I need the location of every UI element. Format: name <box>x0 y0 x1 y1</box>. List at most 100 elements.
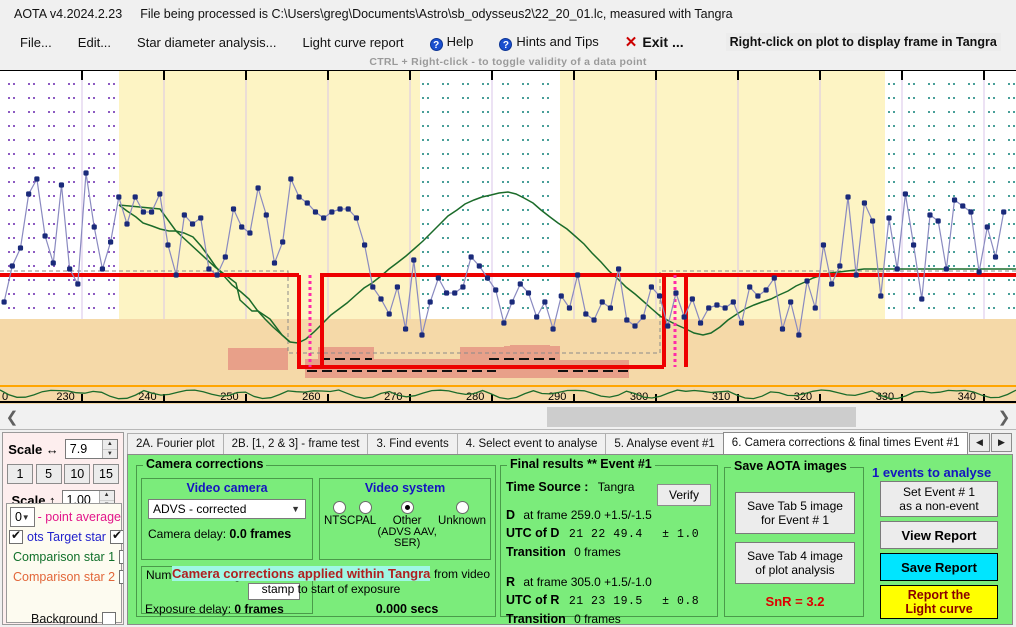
data-point[interactable] <box>829 281 834 286</box>
data-point[interactable] <box>591 317 596 322</box>
menu-edit[interactable]: Edit... <box>68 33 121 52</box>
data-point[interactable] <box>493 287 498 292</box>
data-point[interactable] <box>296 194 301 199</box>
data-point[interactable] <box>18 245 23 250</box>
data-point[interactable] <box>501 320 506 325</box>
data-point[interactable] <box>911 242 916 247</box>
data-point[interactable] <box>280 239 285 244</box>
data-point[interactable] <box>518 281 523 286</box>
data-point[interactable] <box>452 290 457 295</box>
data-point[interactable] <box>608 305 613 310</box>
point-average-select[interactable]: 0 ▼ <box>10 507 35 527</box>
scroll-right-arrow[interactable]: ❯ <box>992 405 1016 429</box>
plot-horizontal-scrollbar[interactable]: ❮ ❯ <box>0 404 1016 430</box>
tab-scroll-right-icon[interactable]: ▶ <box>991 433 1012 452</box>
data-point[interactable] <box>641 314 646 319</box>
data-point[interactable] <box>313 209 318 214</box>
data-point[interactable] <box>526 290 531 295</box>
data-point[interactable] <box>444 290 449 295</box>
target-star-dots-checkbox[interactable] <box>9 530 23 544</box>
spin-up-icon[interactable]: ▲ <box>103 440 117 450</box>
scale-preset-1[interactable]: 1 <box>7 464 33 484</box>
set-non-event-button[interactable]: Set Event # 1 as a non-event <box>880 481 998 517</box>
data-point[interactable] <box>124 221 129 226</box>
data-point[interactable] <box>403 326 408 331</box>
data-point[interactable] <box>337 206 342 211</box>
data-point[interactable] <box>108 239 113 244</box>
scale-preset-5[interactable]: 5 <box>36 464 62 484</box>
radio-pal[interactable]: PAL <box>355 501 376 549</box>
radio-ntsc[interactable]: NTSC <box>324 501 355 549</box>
data-point[interactable] <box>813 305 818 310</box>
data-point[interactable] <box>731 299 736 304</box>
data-point[interactable] <box>567 305 572 310</box>
target-star-line-checkbox[interactable] <box>110 530 124 544</box>
data-point[interactable] <box>763 287 768 292</box>
data-point[interactable] <box>977 269 982 274</box>
data-point[interactable] <box>10 263 15 268</box>
data-point[interactable] <box>952 197 957 202</box>
data-point[interactable] <box>362 242 367 247</box>
data-point[interactable] <box>329 209 334 214</box>
data-point[interactable] <box>714 302 719 307</box>
data-point[interactable] <box>255 185 260 190</box>
data-point[interactable] <box>477 263 482 268</box>
data-point[interactable] <box>67 266 72 271</box>
save-tab5-image-button[interactable]: Save Tab 5 image for Event # 1 <box>735 492 855 534</box>
data-point[interactable] <box>346 206 351 211</box>
tab-camera-corrections[interactable]: 6. Camera corrections & final times Even… <box>723 432 969 454</box>
data-point[interactable] <box>649 284 654 289</box>
radio-other[interactable]: Other (ADVS AAV, SER) <box>376 501 438 549</box>
tab-frame-test[interactable]: 2B. [1, 2 & 3] - frame test <box>223 433 369 454</box>
data-point[interactable] <box>870 218 875 223</box>
data-point[interactable] <box>370 284 375 289</box>
save-tab4-image-button[interactable]: Save Tab 4 image of plot analysis <box>735 542 855 584</box>
data-point[interactable] <box>895 266 900 271</box>
data-point[interactable] <box>788 299 793 304</box>
data-point[interactable] <box>919 296 924 301</box>
tab-fourier-plot[interactable]: 2A. Fourier plot <box>127 433 224 454</box>
data-point[interactable] <box>927 212 932 217</box>
data-point[interactable] <box>854 272 859 277</box>
scale-horizontal-stepper[interactable]: 7.9 ▲ ▼ <box>65 439 118 459</box>
comparison-star-1-checkbox[interactable] <box>119 550 124 564</box>
data-point[interactable] <box>542 299 547 304</box>
data-point[interactable] <box>182 212 187 217</box>
radio-dot-icon[interactable] <box>333 501 346 514</box>
report-light-curve-button[interactable]: Report the Light curve <box>880 585 998 619</box>
tab-analyse-event[interactable]: 5. Analyse event #1 <box>605 433 723 454</box>
data-point[interactable] <box>960 203 965 208</box>
background-checkbox[interactable] <box>102 612 116 625</box>
data-point[interactable] <box>616 266 621 271</box>
data-point[interactable] <box>886 215 891 220</box>
data-point[interactable] <box>133 194 138 199</box>
data-point[interactable] <box>600 299 605 304</box>
data-point[interactable] <box>100 266 105 271</box>
data-point[interactable] <box>305 200 310 205</box>
data-point[interactable] <box>272 260 277 265</box>
scroll-left-arrow[interactable]: ❮ <box>0 405 24 429</box>
data-point[interactable] <box>42 233 47 238</box>
menu-star-diameter-analysis[interactable]: Star diameter analysis... <box>127 33 286 52</box>
data-point[interactable] <box>157 191 162 196</box>
data-point[interactable] <box>575 272 580 277</box>
scale-horizontal-spin-buttons[interactable]: ▲ ▼ <box>102 440 117 458</box>
scale-preset-15[interactable]: 15 <box>93 464 119 484</box>
data-point[interactable] <box>673 290 678 295</box>
data-point[interactable] <box>436 275 441 280</box>
data-point[interactable] <box>878 293 883 298</box>
tab-find-events[interactable]: 3. Find events <box>367 433 457 454</box>
data-point[interactable] <box>698 320 703 325</box>
data-point[interactable] <box>665 323 670 328</box>
data-point[interactable] <box>509 299 514 304</box>
data-point[interactable] <box>321 215 326 220</box>
view-report-button[interactable]: View Report <box>880 521 998 549</box>
data-point[interactable] <box>583 311 588 316</box>
data-point[interactable] <box>223 254 228 259</box>
data-point[interactable] <box>51 260 56 265</box>
data-point[interactable] <box>26 191 31 196</box>
tab-scroll-left-icon[interactable]: ◀ <box>969 433 990 452</box>
data-point[interactable] <box>34 176 39 181</box>
data-point[interactable] <box>772 275 777 280</box>
scrollbar-track[interactable] <box>24 405 992 429</box>
